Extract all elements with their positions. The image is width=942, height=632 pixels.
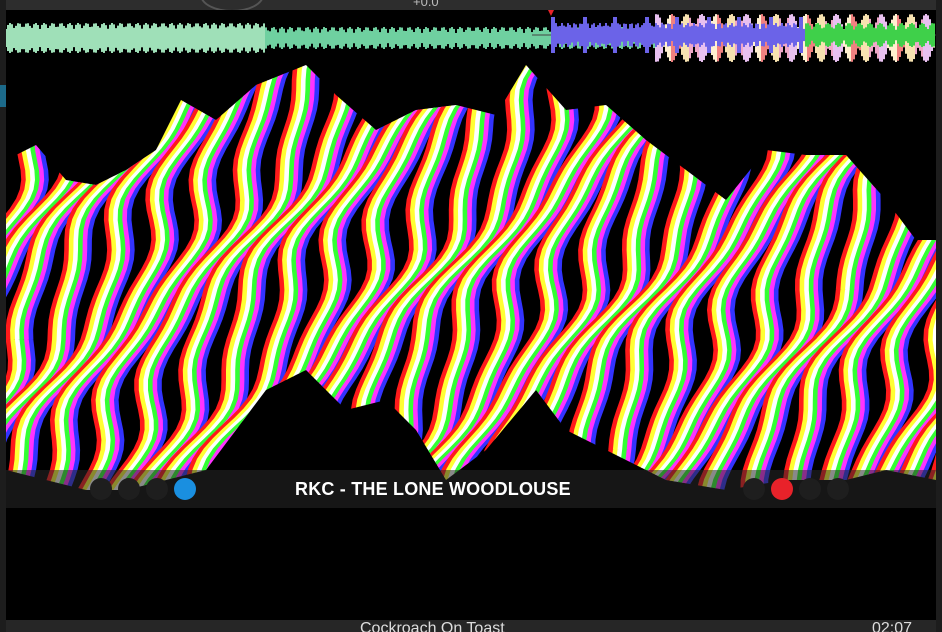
background-next-track-time: 02:07: [872, 620, 913, 632]
visualizer-overlay[interactable]: RKC - THE LONE WOODLOUSE: [6, 10, 936, 620]
right-dot-1[interactable]: [743, 478, 765, 500]
left-dot-1[interactable]: [90, 478, 112, 500]
app-window: +0.0 RKC - THE LONE WOODLOUSE Cockroach …: [0, 0, 942, 632]
right-dot-2[interactable]: [771, 478, 793, 500]
background-next-track[interactable]: Cockroach On Toast: [360, 620, 505, 632]
right-dot-4[interactable]: [827, 478, 849, 500]
psychedelic-visualization: [6, 65, 936, 490]
deck-b-waveform[interactable]: [6, 10, 936, 60]
background-right-panel: [936, 0, 942, 632]
left-dot-3[interactable]: [146, 478, 168, 500]
left-dot-4[interactable]: [174, 478, 196, 500]
now-playing-title: RKC - THE LONE WOODLOUSE: [295, 479, 571, 499]
background-pitch-readout: +0.0: [413, 0, 439, 9]
stripe-pattern: [6, 65, 936, 490]
right-dot-3[interactable]: [799, 478, 821, 500]
background-toolbar: [0, 0, 942, 10]
cue-marker: [548, 10, 554, 16]
left-dot-2[interactable]: [118, 478, 140, 500]
